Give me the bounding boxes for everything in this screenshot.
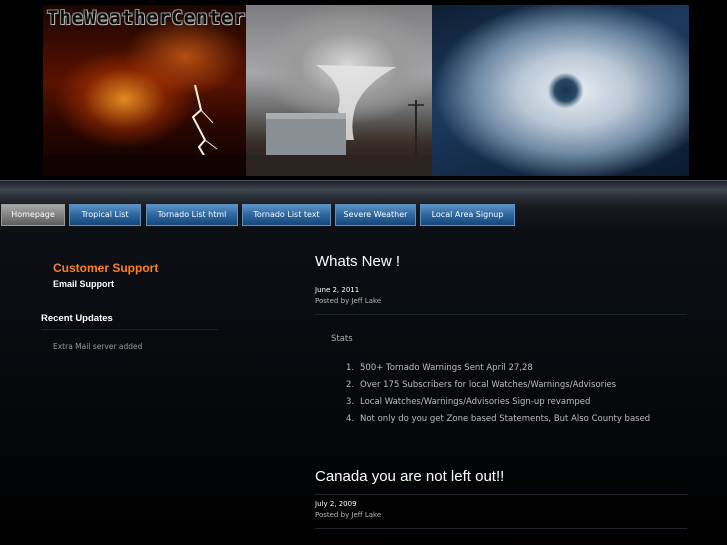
- post-author: Posted by Jeff Lake: [315, 511, 382, 519]
- tab-severe-weather[interactable]: Severe Weather: [335, 204, 416, 226]
- email-support-link[interactable]: Email Support: [53, 279, 114, 289]
- tab-tropical-list[interactable]: Tropical List: [69, 204, 141, 226]
- post-divider: [315, 494, 687, 495]
- header-banner: [43, 5, 689, 176]
- post-title[interactable]: Canada you are not left out!!: [315, 468, 504, 485]
- list-item: 2. Over 175 Subscribers for local Watches…: [346, 380, 616, 390]
- recent-update-item: Extra Mail server added: [53, 342, 143, 351]
- post-divider: [315, 528, 687, 529]
- hurricane-satellite-image: [432, 5, 689, 176]
- tab-tornado-list-text[interactable]: Tornado List text: [242, 204, 331, 226]
- list-item-text: 500+ Tornado Warnings Sent April 27,28: [360, 363, 533, 373]
- post-divider: [315, 314, 687, 315]
- site-header: TheWeatherCenter: [0, 0, 727, 180]
- list-item-text: Not only do you get Zone based Statement…: [360, 414, 651, 424]
- customer-support-heading: Customer Support: [53, 261, 159, 275]
- site-title: TheWeatherCenter: [47, 7, 247, 29]
- post-author: Posted by Jeff Lake: [315, 297, 382, 305]
- recent-updates-heading: Recent Updates: [41, 313, 113, 324]
- post-date: June 2, 2011: [315, 286, 360, 294]
- list-number: 3.: [346, 397, 355, 407]
- list-number: 2.: [346, 380, 355, 390]
- post-date: July 2, 2009: [315, 500, 357, 508]
- tab-local-area-signup[interactable]: Local Area Signup: [420, 204, 515, 226]
- list-item-text: Local Watches/Warnings/Advisories Sign-u…: [360, 397, 591, 407]
- stats-label: Stats: [331, 334, 353, 344]
- list-item-text: Over 175 Subscribers for local Watches/W…: [360, 380, 617, 390]
- list-number: 4.: [346, 414, 355, 424]
- sidebar-divider: [41, 329, 218, 330]
- lightning-storm-image: [43, 5, 246, 176]
- list-item: 3. Local Watches/Warnings/Advisories Sign…: [346, 397, 590, 407]
- list-item: 4. Not only do you get Zone based Stateme…: [346, 414, 650, 424]
- post-title[interactable]: Whats New !: [315, 253, 400, 270]
- tab-homepage[interactable]: Homepage: [1, 204, 65, 226]
- tab-tornado-list-html[interactable]: Tornado List html: [146, 204, 238, 226]
- list-number: 1.: [346, 363, 355, 373]
- list-item: 1. 500+ Tornado Warnings Sent April 27,28: [346, 363, 533, 373]
- tornado-image: [246, 5, 432, 176]
